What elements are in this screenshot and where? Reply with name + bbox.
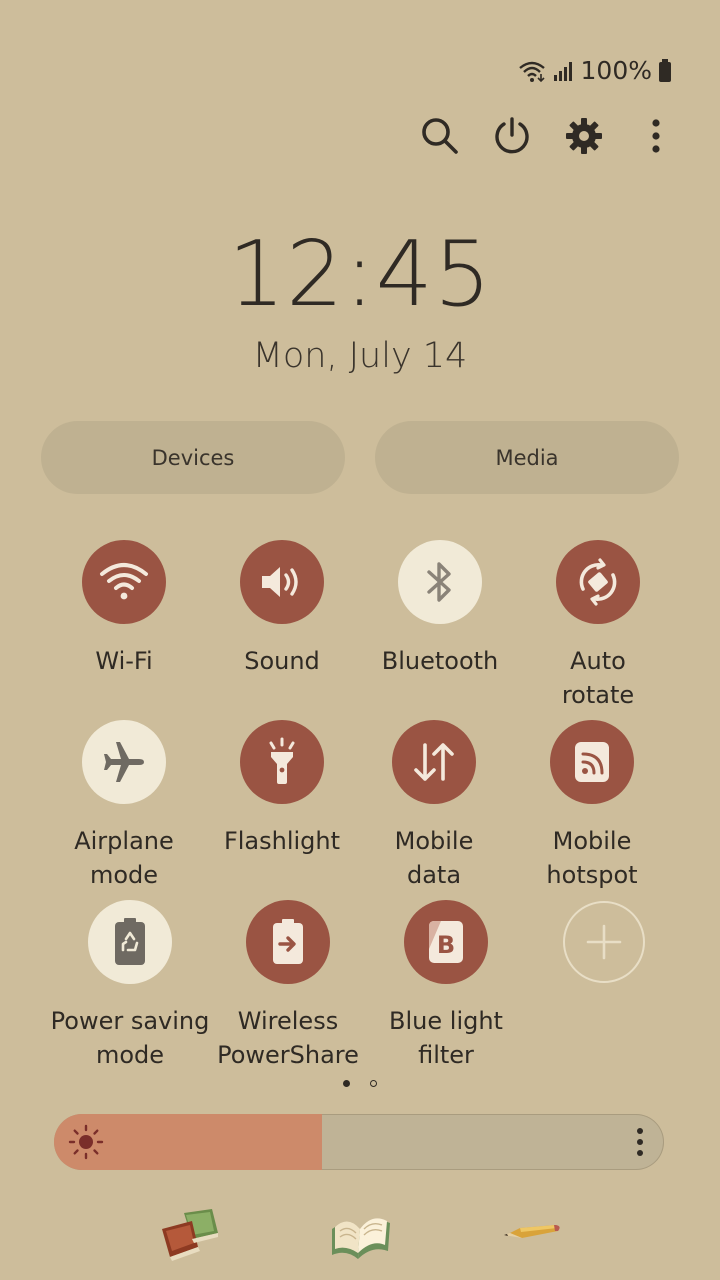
- clock-time[interactable]: 12:45: [0, 222, 720, 327]
- blue-light-filter-icon: B: [429, 921, 463, 963]
- flashlight-icon: [269, 737, 295, 784]
- search-icon: [422, 118, 458, 154]
- clock-date[interactable]: Mon, July 14: [0, 336, 720, 376]
- auto-rotate-icon: [579, 558, 617, 606]
- books-icon: [162, 1209, 218, 1261]
- tile-auto-rotate-toggle[interactable]: [556, 540, 640, 624]
- tile-wifi[interactable]: Wi-Fi: [44, 540, 204, 678]
- tile-mobile-hotspot-toggle[interactable]: [550, 720, 634, 804]
- wireless-powershare-icon: [273, 919, 303, 964]
- tile-label: Flashlight: [223, 827, 341, 855]
- status-bar: 100%: [517, 56, 672, 85]
- airplane-icon: [104, 742, 144, 782]
- tile-bluetooth-toggle[interactable]: [398, 540, 482, 624]
- tile-label: Blue light filter: [389, 1007, 503, 1069]
- mobile-data-icon: [414, 743, 454, 781]
- media-label: Media: [495, 445, 559, 470]
- hotspot-icon: [575, 742, 609, 782]
- open-book-icon: [332, 1218, 390, 1259]
- tile-mobile-data-toggle[interactable]: [392, 720, 476, 804]
- settings-button[interactable]: [560, 112, 608, 160]
- brightness-more-icon[interactable]: [630, 1126, 650, 1158]
- quick-panel-toolbar: [410, 112, 680, 160]
- tile-sound[interactable]: Sound: [202, 540, 362, 678]
- tile-label: Wi-Fi: [95, 647, 153, 675]
- tile-mobile-data[interactable]: Mobile data: [354, 720, 514, 892]
- tile-blue-light-filter-toggle[interactable]: B: [404, 900, 488, 984]
- tile-power-saving-toggle[interactable]: [88, 900, 172, 984]
- dock-app-notes[interactable]: [500, 1203, 564, 1263]
- media-button[interactable]: Media: [375, 421, 679, 494]
- more-vertical-icon: [652, 119, 660, 153]
- svg-text:B: B: [437, 931, 455, 959]
- settings-gear-icon: [566, 118, 602, 154]
- tile-flashlight-toggle[interactable]: [240, 720, 324, 804]
- tile-blue-light-filter[interactable]: B Blue light filter: [366, 900, 526, 1072]
- tile-airplane-mode[interactable]: Airplane mode: [44, 720, 204, 892]
- battery-icon: [659, 58, 671, 82]
- tile-wifi-toggle[interactable]: [82, 540, 166, 624]
- tile-label: Mobile hotspot: [546, 827, 638, 889]
- tile-label: Mobile data: [394, 827, 474, 889]
- tile-power-saving[interactable]: Power saving mode: [50, 900, 210, 1072]
- dock-app-reader[interactable]: [328, 1203, 392, 1263]
- tile-label: Sound: [244, 647, 320, 675]
- tile-airplane-mode-toggle[interactable]: [82, 720, 166, 804]
- page-indicator: [340, 1079, 380, 1089]
- brightness-slider[interactable]: [54, 1114, 664, 1170]
- power-icon: [495, 117, 529, 154]
- dock-app-books[interactable]: [158, 1203, 222, 1263]
- battery-percent: 100%: [580, 56, 652, 85]
- tile-mobile-hotspot[interactable]: Mobile hotspot: [512, 720, 672, 892]
- sound-icon: [262, 567, 298, 597]
- tile-label: Airplane mode: [74, 827, 174, 889]
- tile-wireless-powershare-toggle[interactable]: [246, 900, 330, 984]
- tile-label: Wireless PowerShare: [217, 1007, 359, 1069]
- power-button[interactable]: [488, 112, 536, 160]
- page-dot-active: [343, 1080, 350, 1087]
- page-dot-inactive: [370, 1080, 377, 1087]
- tile-flashlight[interactable]: Flashlight: [202, 720, 362, 858]
- brightness-sun-icon: [68, 1124, 104, 1160]
- wifi-status-icon: [518, 61, 545, 82]
- signal-icon: [553, 61, 572, 81]
- tile-label: Bluetooth: [381, 647, 499, 675]
- tile-sound-toggle[interactable]: [240, 540, 324, 624]
- devices-label: Devices: [151, 445, 235, 470]
- more-options-button[interactable]: [632, 112, 680, 160]
- bluetooth-icon: [427, 562, 451, 602]
- add-tile-button[interactable]: [563, 901, 645, 983]
- pencil-icon: [504, 1225, 560, 1238]
- tile-label: Power saving mode: [50, 1007, 210, 1069]
- power-saving-icon: [115, 918, 145, 965]
- wifi-icon: [100, 563, 148, 600]
- tile-wireless-powershare[interactable]: Wireless PowerShare: [208, 900, 368, 1072]
- tile-bluetooth[interactable]: Bluetooth: [360, 540, 520, 678]
- devices-button[interactable]: Devices: [41, 421, 345, 494]
- tile-auto-rotate[interactable]: Auto rotate: [518, 540, 678, 712]
- add-icon: [586, 924, 622, 960]
- tile-add[interactable]: [524, 901, 684, 983]
- search-button[interactable]: [416, 112, 464, 160]
- tile-label: Auto rotate: [561, 647, 635, 709]
